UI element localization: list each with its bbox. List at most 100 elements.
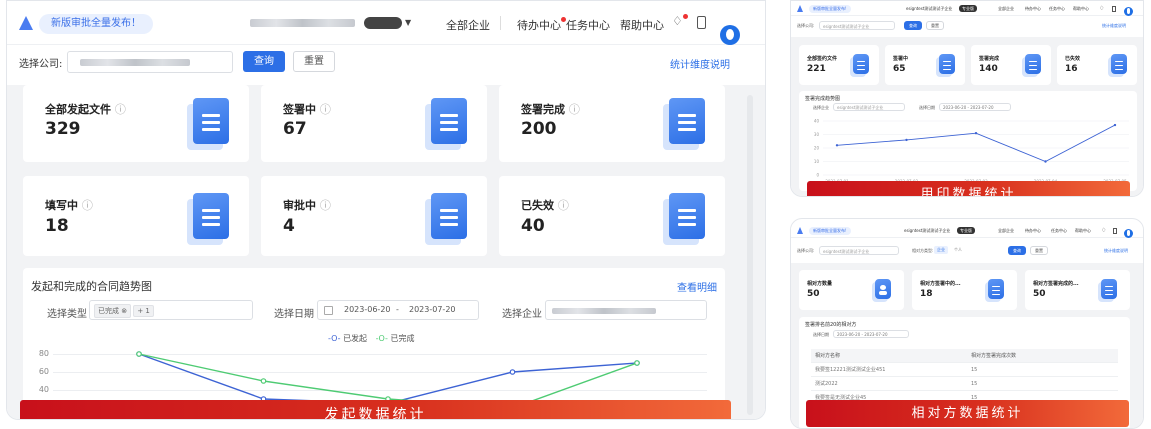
stat-title: 填写中 ⓘ — [45, 199, 93, 212]
stat-card-signing[interactable]: 签署中 ⓘ 67 — [261, 85, 487, 162]
seal-trend-card: 签署完成趋势图 选择企业 esigntest测试测试子企业 选择日期 2023-… — [799, 91, 1137, 191]
seal-stat-card[interactable]: 签署中 65 — [885, 45, 965, 85]
stat-card-expired[interactable]: 已失效 ⓘ 40 — [499, 176, 725, 256]
release-banner-pill[interactable]: 新版审批全量发布! — [809, 5, 851, 13]
data-point — [1113, 123, 1117, 127]
date-label: 选择日期 — [919, 105, 935, 110]
date-range-picker[interactable]: 2023-06-20 - 2023-07-20 — [833, 330, 909, 338]
dimension-help-link[interactable]: 统计维度说明 — [670, 56, 730, 71]
main-panel: 新版审批全量发布！ ▼ 全部企业 待办中心 任务中心 帮助中心 ♢ 选择公司: … — [6, 0, 766, 420]
document-icon — [1111, 54, 1127, 74]
content-area: 全部发起文件 ⓘ 329 签署中 ⓘ 67 签署完成 ⓘ 200 填写中 ⓘ 1… — [7, 85, 765, 419]
stat-title: 全部签约文件 — [807, 56, 838, 62]
stat-value: 50 — [807, 289, 820, 299]
enterprise-select[interactable]: esigntest测试测试子企业 — [833, 103, 905, 111]
y-tick-label: 40 — [814, 119, 820, 124]
seal-stat-card[interactable]: 签署完成 140 — [971, 45, 1051, 85]
document-icon — [193, 98, 229, 144]
nav-task-center[interactable]: 任务中心 — [566, 17, 610, 33]
table-row[interactable]: 测试2022 15 — [811, 377, 1118, 391]
type-option-individual[interactable]: 个人 — [951, 246, 965, 254]
nav-all-enterprises[interactable]: 全部企业 — [998, 228, 1014, 234]
data-point — [509, 369, 516, 375]
reset-button[interactable]: 重置 — [293, 51, 335, 72]
stat-title: 签署完成 ⓘ — [521, 103, 580, 116]
counter-stat-card[interactable]: 相对方签署中的... 18 — [912, 270, 1017, 310]
query-button[interactable]: 查询 — [1008, 246, 1026, 255]
seal-content: 全部签约文件 221 签署中 65 签署完成 140 已失效 16 签署完成趋势… — [791, 37, 1143, 196]
nav-help-center[interactable]: 帮助中心 — [1075, 228, 1091, 234]
table-header: 相对方名称 相对方签署完成次数 — [811, 349, 1118, 363]
stat-title: 相对方签署完成的... — [1033, 281, 1079, 287]
counter-stat-card[interactable]: 相对方签署完成的... 50 — [1025, 270, 1130, 310]
bell-icon[interactable]: ♢ — [672, 14, 688, 28]
company-select[interactable]: esigntest测试测试子企业 — [819, 21, 895, 30]
document-icon — [939, 54, 955, 74]
tenant-name[interactable]: esigntest测试测试子企业 — [904, 228, 950, 234]
chevron-down-icon[interactable]: ▼ — [405, 18, 411, 27]
company-label: 选择公司: — [19, 59, 63, 70]
enterprise-label: 选择企业 — [813, 105, 829, 110]
stat-title: 签署中 ⓘ — [283, 103, 331, 116]
tenant-badge-blurred — [364, 17, 402, 29]
dimension-help-link[interactable]: 统计维度说明 — [1102, 23, 1126, 29]
company-select[interactable]: esigntest测试测试子企业 — [819, 246, 899, 255]
release-banner-pill[interactable]: 新版审批全量发布! — [809, 227, 851, 235]
nav-help-center[interactable]: 帮助中心 — [620, 17, 664, 33]
document-icon — [988, 279, 1004, 299]
nav-todo-center[interactable]: 待办中心 — [517, 17, 566, 33]
y-tick-label: 0 — [816, 173, 819, 178]
stat-value: 4 — [283, 216, 295, 236]
seal-filter-bar: 选择公司: esigntest测试测试子企业 查询 重置 统计维度说明 — [791, 18, 1143, 34]
stat-value: 200 — [521, 119, 557, 139]
type-option-enterprise[interactable]: 企业 — [934, 246, 948, 254]
user-avatar[interactable] — [720, 24, 740, 45]
company-select[interactable] — [67, 51, 233, 73]
device-icon[interactable] — [1113, 228, 1117, 234]
stat-value: 16 — [1065, 64, 1078, 74]
device-icon[interactable] — [1112, 6, 1116, 12]
nav-all-enterprises[interactable]: 全部企业 — [998, 6, 1014, 12]
y-tick-label: 30 — [814, 132, 820, 137]
stat-card-filling[interactable]: 填写中 ⓘ 18 — [23, 176, 249, 256]
reset-button[interactable]: 重置 — [1030, 246, 1048, 255]
app-logo — [797, 227, 803, 234]
stat-card-approving[interactable]: 审批中 ⓘ 4 — [261, 176, 487, 256]
bell-icon[interactable]: ♢ — [1101, 227, 1106, 234]
tenant-name-blurred[interactable] — [250, 19, 355, 27]
stat-value: 18 — [920, 289, 933, 299]
counter-stat-card[interactable]: 相对方数量 50 — [799, 270, 904, 310]
stat-card-all-initiated[interactable]: 全部发起文件 ⓘ 329 — [23, 85, 249, 162]
device-icon[interactable] — [697, 16, 706, 29]
stat-card-signed[interactable]: 签署完成 ⓘ 200 — [499, 85, 725, 162]
initiation-stats-banner: 发起数据统计 — [20, 400, 731, 419]
nav-task-center[interactable]: 任务中心 — [1051, 228, 1067, 234]
release-banner-pill[interactable]: 新版审批全量发布！ — [39, 14, 153, 34]
query-button[interactable]: 查询 — [904, 21, 922, 30]
nav-task-center[interactable]: 任务中心 — [1049, 6, 1065, 12]
scrollbar[interactable] — [747, 95, 753, 415]
date-label: 选择日期 — [813, 332, 829, 337]
seal-line-chart: 4030201002023-07-012023-07-022023-07-032… — [814, 119, 1129, 184]
document-icon — [431, 193, 467, 239]
nav-help-center[interactable]: 帮助中心 — [1073, 6, 1089, 12]
query-button[interactable]: 查询 — [243, 51, 285, 72]
user-avatar[interactable] — [1124, 6, 1133, 16]
nav-todo-center[interactable]: 待办中心 — [1025, 6, 1041, 12]
company-label: 选择公司: — [797, 23, 815, 28]
stat-title: 全部发起文件 ⓘ — [45, 103, 126, 116]
counterparty-stats-panel: 新版审批全量发布! esigntest测试测试子企业 专业版 全部企业 待办中心… — [790, 218, 1144, 429]
date-range-picker[interactable]: 2023-06-20 - 2023-07-20 — [939, 103, 1011, 111]
dimension-help-link[interactable]: 统计维度说明 — [1104, 248, 1128, 254]
series-line-1 — [138, 353, 638, 405]
reset-button[interactable]: 重置 — [926, 21, 944, 30]
tenant-name[interactable]: esigntest测试测试子企业 — [906, 6, 952, 12]
user-avatar[interactable] — [1124, 228, 1133, 238]
seal-stat-card[interactable]: 已失效 16 — [1057, 45, 1137, 85]
nav-all-enterprises[interactable]: 全部企业 — [446, 17, 490, 33]
nav-todo-center[interactable]: 待办中心 — [1025, 228, 1041, 234]
table-row[interactable]: 我要签12221测试测试企业451 15 — [811, 363, 1118, 377]
seal-stat-card[interactable]: 全部签约文件 221 — [799, 45, 879, 85]
document-icon — [669, 98, 705, 144]
bell-icon[interactable]: ♢ — [1099, 5, 1104, 12]
